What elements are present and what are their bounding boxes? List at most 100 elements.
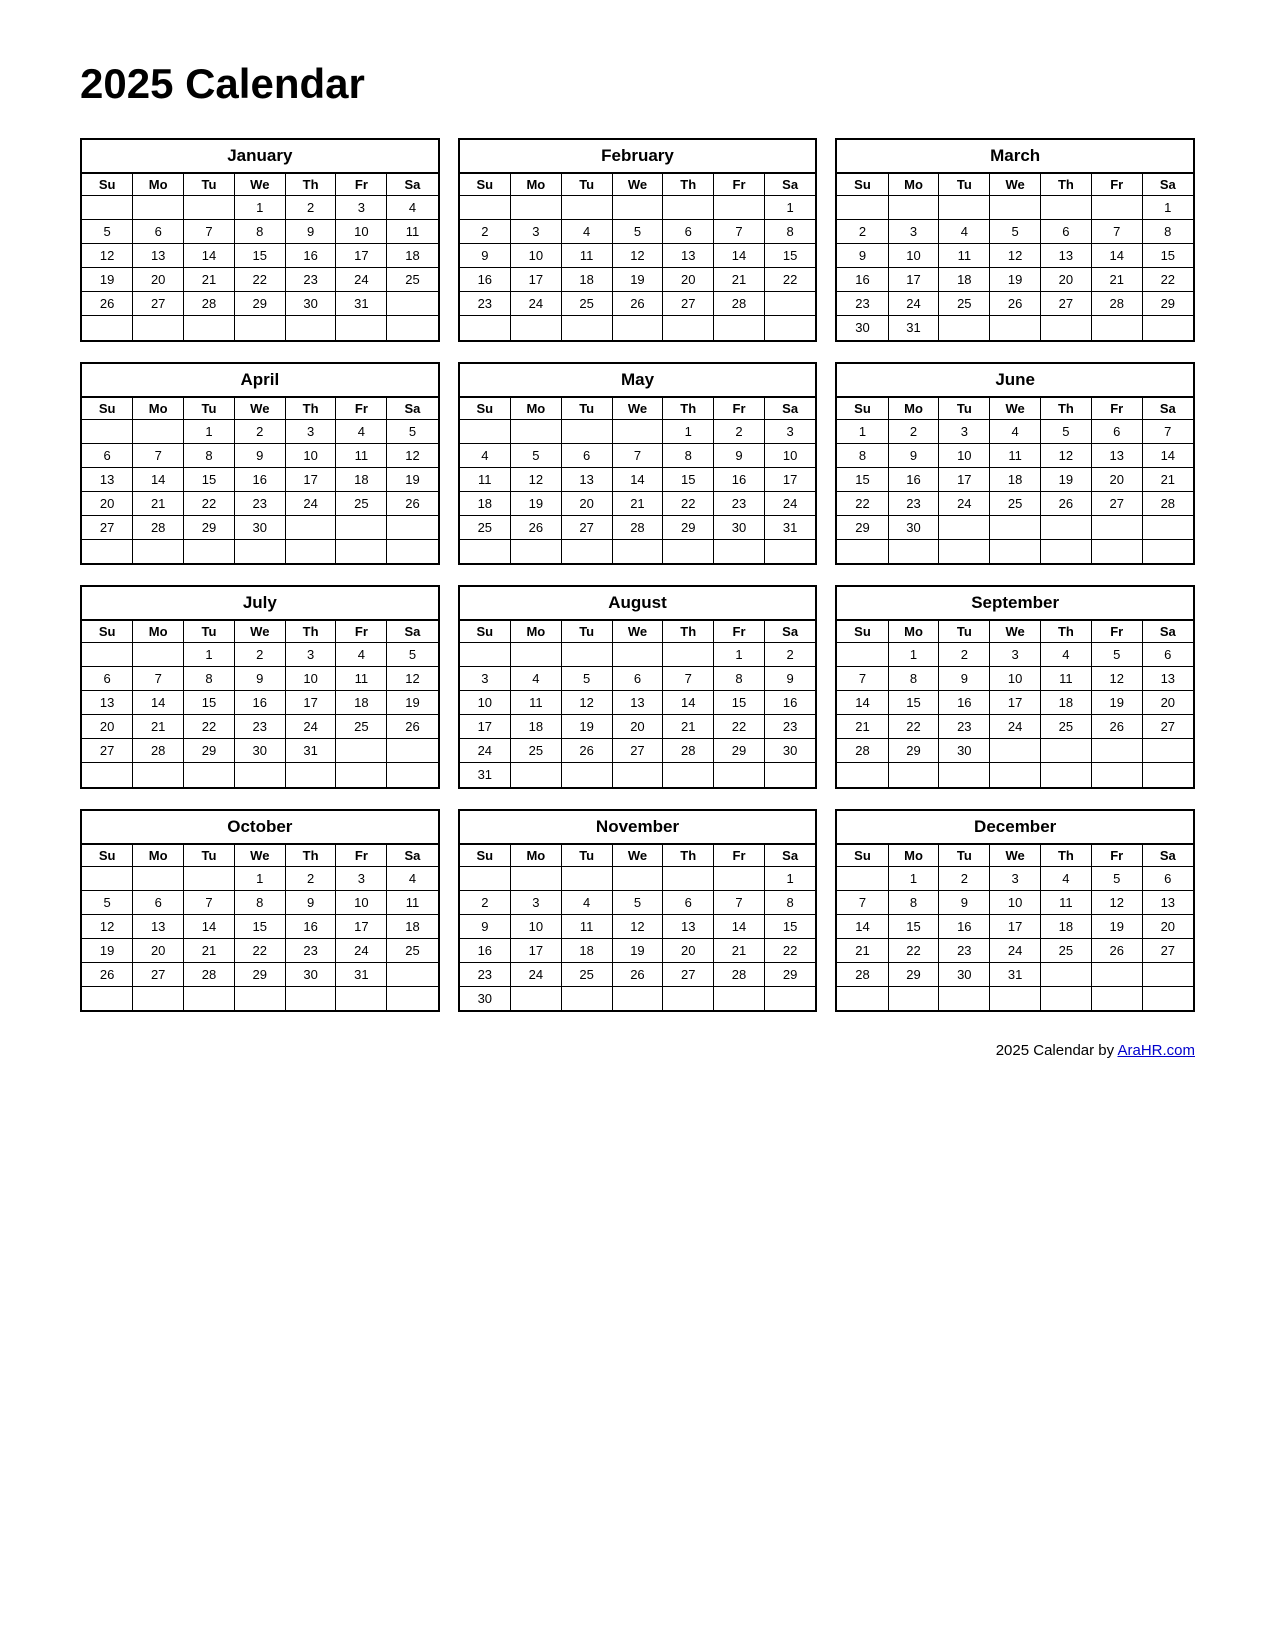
calendar-day: 21 <box>1091 268 1142 292</box>
calendar-day: 29 <box>663 515 714 539</box>
calendar-day: 9 <box>939 667 990 691</box>
calendar-day <box>336 539 387 563</box>
calendar-day: 17 <box>939 467 990 491</box>
day-header: Mo <box>888 845 939 867</box>
calendar-day: 5 <box>1091 643 1142 667</box>
calendar-day: 24 <box>764 491 815 515</box>
calendar-day: 11 <box>387 890 438 914</box>
calendar-day: 6 <box>133 220 184 244</box>
calendar-day <box>714 196 765 220</box>
calendar-day: 11 <box>1041 890 1092 914</box>
month-september: SeptemberSuMoTuWeThFrSa12345678910111213… <box>835 585 1195 789</box>
day-header: Tu <box>184 174 235 196</box>
calendar-day: 2 <box>234 643 285 667</box>
day-header: Tu <box>184 398 235 420</box>
calendar-day: 7 <box>133 443 184 467</box>
calendar-day: 16 <box>888 467 939 491</box>
calendar-day <box>133 986 184 1010</box>
calendar-day: 9 <box>285 890 336 914</box>
day-header: Su <box>82 845 133 867</box>
calendar-day: 12 <box>612 244 663 268</box>
day-header: Tu <box>561 621 612 643</box>
month-january: JanuarySuMoTuWeThFrSa1234567891011121314… <box>80 138 440 342</box>
calendar-day: 9 <box>714 443 765 467</box>
calendar-day: 21 <box>837 938 888 962</box>
calendar-day <box>612 866 663 890</box>
month-table-august: SuMoTuWeThFrSa12345678910111213141516171… <box>460 621 816 787</box>
calendar-day: 15 <box>837 467 888 491</box>
calendar-day: 22 <box>764 938 815 962</box>
month-december: DecemberSuMoTuWeThFrSa123456789101112131… <box>835 809 1195 1013</box>
calendar-day <box>133 316 184 340</box>
calendar-day: 14 <box>612 467 663 491</box>
calendar-day: 15 <box>888 691 939 715</box>
calendar-day: 28 <box>714 292 765 316</box>
footer-link[interactable]: AraHR.com <box>1117 1042 1195 1059</box>
calendar-day <box>990 316 1041 340</box>
calendar-day: 15 <box>184 691 235 715</box>
day-header: Sa <box>387 398 438 420</box>
calendar-day: 6 <box>561 443 612 467</box>
footer: 2025 Calendar by AraHR.com <box>80 1042 1195 1059</box>
calendar-day: 14 <box>837 691 888 715</box>
month-november: NovemberSuMoTuWeThFrSa123456789101112131… <box>458 809 818 1013</box>
calendar-day: 3 <box>285 419 336 443</box>
calendar-day <box>184 763 235 787</box>
calendar-day: 17 <box>510 268 561 292</box>
calendar-day: 22 <box>837 491 888 515</box>
calendar-day: 19 <box>1091 691 1142 715</box>
calendar-day: 14 <box>1142 443 1193 467</box>
calendar-day <box>133 643 184 667</box>
calendar-day: 14 <box>837 914 888 938</box>
calendar-day <box>184 196 235 220</box>
calendar-day: 8 <box>888 890 939 914</box>
calendar-day <box>460 419 511 443</box>
day-header: Tu <box>184 621 235 643</box>
calendar-day: 11 <box>561 244 612 268</box>
calendar-day: 25 <box>387 938 438 962</box>
day-header: Tu <box>939 845 990 867</box>
calendar-day: 28 <box>1142 491 1193 515</box>
calendar-day: 13 <box>663 244 714 268</box>
calendar-day: 27 <box>1142 715 1193 739</box>
calendar-day: 23 <box>460 962 511 986</box>
calendar-day: 10 <box>990 667 1041 691</box>
month-table-june: SuMoTuWeThFrSa12345678910111213141516171… <box>837 398 1193 564</box>
calendar-day <box>460 196 511 220</box>
calendar-day <box>184 539 235 563</box>
calendar-day <box>133 763 184 787</box>
calendar-day: 29 <box>184 739 235 763</box>
calendar-day: 25 <box>1041 715 1092 739</box>
calendar-day: 31 <box>888 316 939 340</box>
calendar-day <box>1142 962 1193 986</box>
calendar-day <box>510 539 561 563</box>
day-header: Mo <box>888 174 939 196</box>
calendar-day: 17 <box>888 268 939 292</box>
calendar-day: 14 <box>714 914 765 938</box>
day-header: Th <box>1041 845 1092 867</box>
calendar-day <box>612 763 663 787</box>
calendar-day: 22 <box>764 268 815 292</box>
calendar-day: 2 <box>837 220 888 244</box>
calendar-day: 27 <box>663 292 714 316</box>
calendar-day: 10 <box>336 890 387 914</box>
calendar-day: 4 <box>1041 866 1092 890</box>
calendar-day: 24 <box>460 739 511 763</box>
day-header: Fr <box>336 174 387 196</box>
calendar-day <box>561 196 612 220</box>
day-header: Sa <box>387 845 438 867</box>
calendar-day: 10 <box>510 244 561 268</box>
calendar-day <box>990 739 1041 763</box>
calendar-day: 25 <box>510 739 561 763</box>
calendar-day: 4 <box>460 443 511 467</box>
day-header: We <box>990 398 1041 420</box>
month-header-october: October <box>82 811 438 845</box>
day-header: We <box>612 621 663 643</box>
month-header-july: July <box>82 587 438 621</box>
calendar-day: 28 <box>1091 292 1142 316</box>
calendar-day: 9 <box>837 244 888 268</box>
calendar-day: 13 <box>82 467 133 491</box>
calendar-day: 6 <box>663 220 714 244</box>
calendar-day: 15 <box>234 244 285 268</box>
calendar-day: 12 <box>1091 890 1142 914</box>
